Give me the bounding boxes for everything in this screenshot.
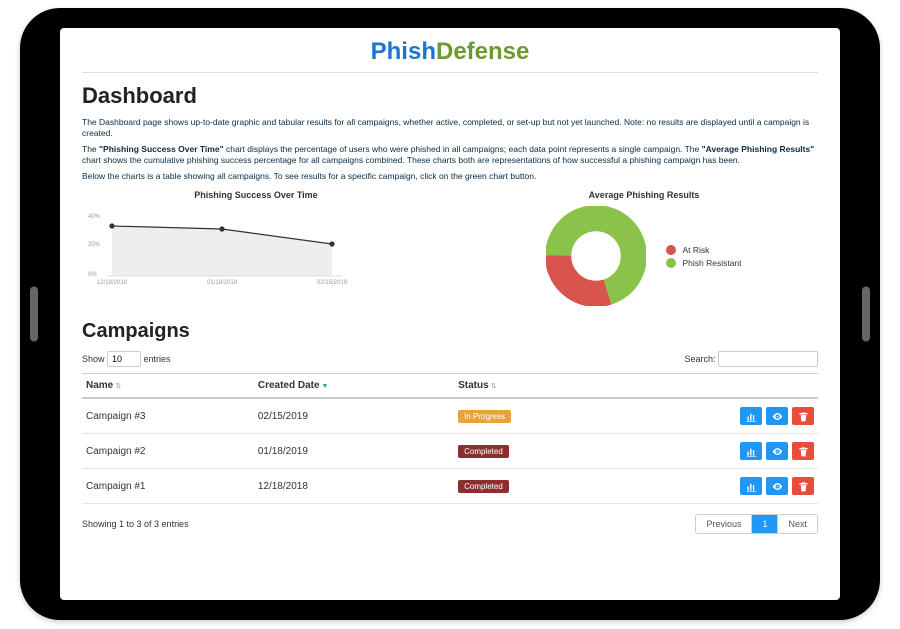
bezel-button-right [862,287,870,342]
cell-created: 02/15/2019 [254,398,454,434]
cell-status: Completed [454,434,609,469]
col-status[interactable]: Status⇅ [454,374,609,399]
chart-title-line: Phishing Success Over Time [82,190,430,200]
legend-dot-red [666,245,676,255]
svg-text:12/18/2018: 12/18/2018 [97,280,128,286]
table-footer-info: Showing 1 to 3 of 3 entries [82,519,189,529]
desc-p3: Below the charts is a table showing all … [82,171,818,182]
svg-text:02/15/2019: 02/15/2019 [317,280,348,286]
chart-button[interactable] [740,407,762,425]
search-input[interactable] [718,351,818,367]
table-row: Campaign #302/15/2019 In Progress [82,398,818,434]
cell-name: Campaign #2 [82,434,254,469]
pager: Previous 1 Next [695,514,818,534]
table-row: Campaign #112/18/2018 Completed [82,469,818,504]
brand-part1: Phish [371,38,436,65]
brand-part2: Defense [436,38,529,65]
col-created[interactable]: Created Date▼ [254,374,454,399]
chart-button[interactable] [740,477,762,495]
line-chart-svg: 40% 20% 0% 12/18/2018 01/18/2019 02/ [82,206,362,286]
legend-at-risk: At Risk [666,245,741,255]
delete-button[interactable] [792,442,814,460]
view-button[interactable] [766,442,788,460]
svg-text:01/18/2019: 01/18/2019 [207,280,238,286]
chart-title-donut: Average Phishing Results [470,190,818,200]
view-button[interactable] [766,407,788,425]
screen: PhishDefense Dashboard The Dashboard pag… [60,28,840,600]
entries-control: Show entries [82,351,171,367]
desc-p1: The Dashboard page shows up-to-date grap… [82,117,818,140]
legend-dot-green [666,258,676,268]
section-campaigns-title: Campaigns [82,320,818,343]
donut-legend: At Risk Phish Resistant [666,242,741,271]
chart-average-results: Average Phishing Results At Risk [470,190,818,306]
entries-input[interactable] [107,351,141,367]
chart-button[interactable] [740,442,762,460]
pager-prev[interactable]: Previous [696,515,751,533]
campaigns-table: Name⇅ Created Date▼ Status⇅ Campaign #30… [82,373,818,504]
status-badge: In Progress [458,410,511,423]
bezel-button-left [30,287,38,342]
search-control: Search: [684,351,818,367]
view-button[interactable] [766,477,788,495]
donut-chart-svg [546,206,646,306]
cell-created: 01/18/2019 [254,434,454,469]
svg-text:0%: 0% [88,272,97,278]
svg-text:20%: 20% [88,242,101,248]
tablet-frame: PhishDefense Dashboard The Dashboard pag… [20,8,880,620]
table-row: Campaign #201/18/2019 Completed [82,434,818,469]
sort-desc-icon: ▼ [322,383,329,390]
cell-name: Campaign #3 [82,398,254,434]
col-actions [609,374,818,399]
cell-created: 12/18/2018 [254,469,454,504]
brand-logo: PhishDefense [82,36,818,73]
page-title: Dashboard [82,83,818,109]
status-badge: Completed [458,445,509,458]
sort-icon: ⇅ [491,383,497,390]
delete-button[interactable] [792,477,814,495]
delete-button[interactable] [792,407,814,425]
cell-name: Campaign #1 [82,469,254,504]
desc-p2: The "Phishing Success Over Time" chart d… [82,144,818,167]
legend-phish-resistant: Phish Resistant [666,258,741,268]
sort-icon: ⇅ [115,383,121,390]
col-name[interactable]: Name⇅ [82,374,254,399]
svg-text:40%: 40% [88,214,101,220]
cell-status: Completed [454,469,609,504]
pager-page-1[interactable]: 1 [751,515,777,533]
chart-success-over-time: Phishing Success Over Time 40% 20% 0% [82,190,430,306]
status-badge: Completed [458,480,509,493]
pager-next[interactable]: Next [777,515,817,533]
cell-status: In Progress [454,398,609,434]
